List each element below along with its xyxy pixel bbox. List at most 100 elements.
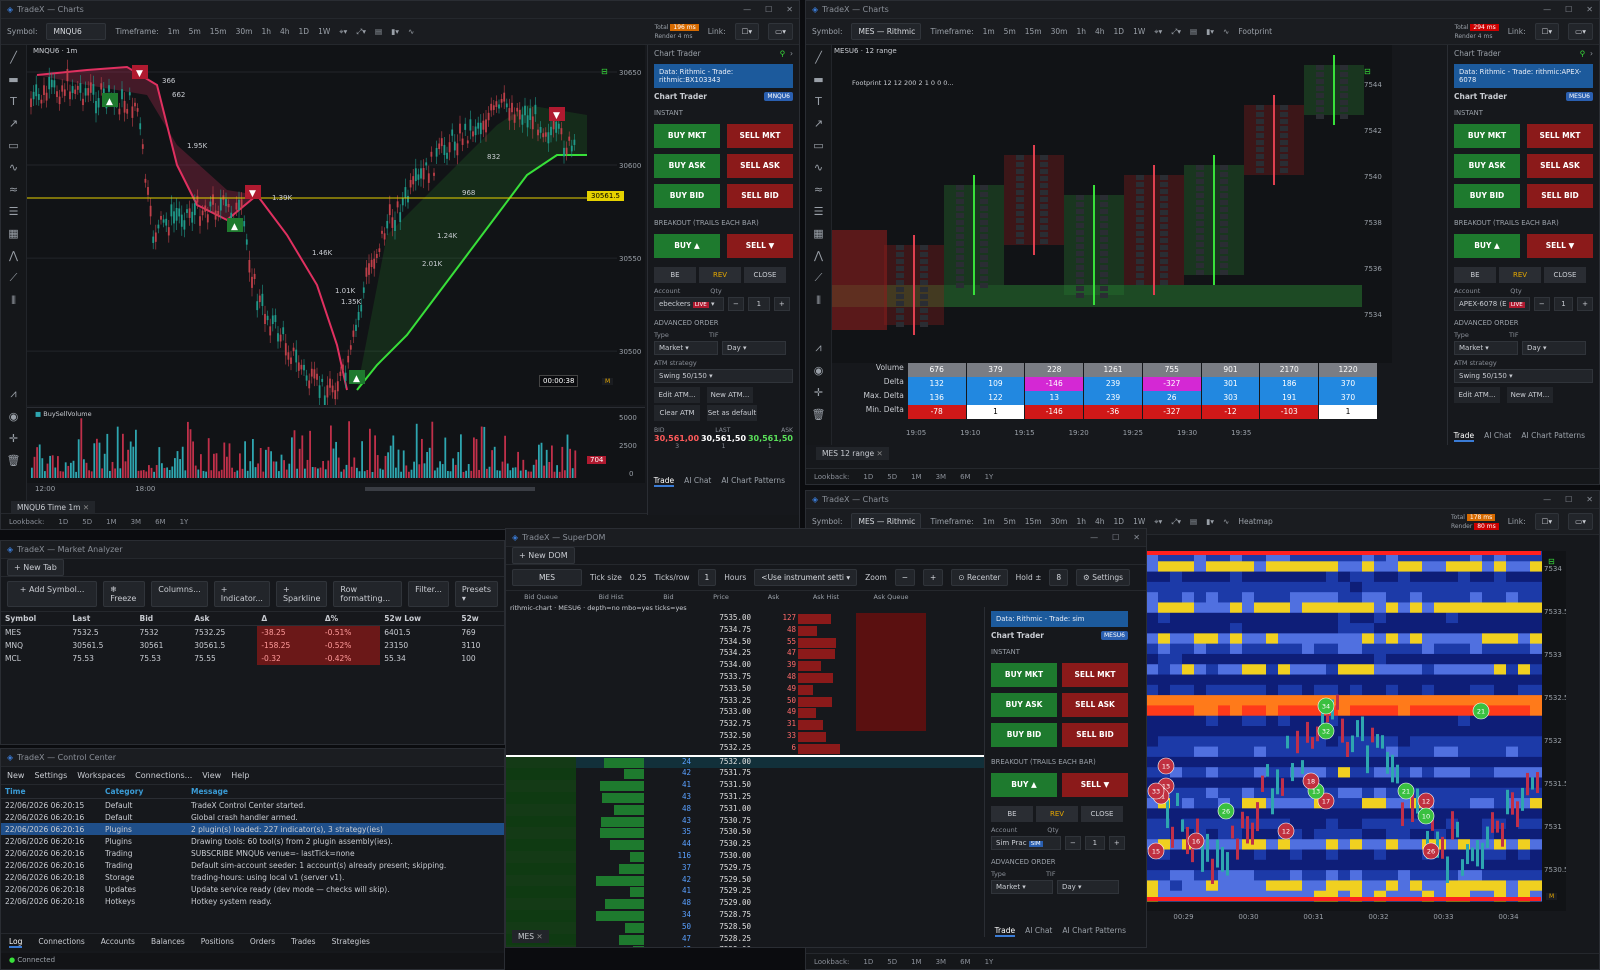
close-tab-icon[interactable]: ✕ [876,449,882,458]
ruler-icon[interactable]: ▬ [813,73,823,86]
edit-atm-button[interactable]: Edit ATM... [654,387,700,403]
dom-bid-row[interactable]: 47 7528.25 [506,933,986,946]
filter-button[interactable]: Filter... [408,581,449,607]
breakeven-button[interactable]: BE [654,267,696,283]
lb-5d[interactable]: 5D [887,958,897,966]
tif-select[interactable]: Day [1062,883,1076,891]
horizontal-scrollbar[interactable] [365,487,536,491]
log-row[interactable]: 22/06/2026 06:20:18 Updates Update service… [1,883,504,895]
chart-type-label[interactable]: Footprint [1238,27,1272,36]
hours-select[interactable]: <Use instrument setti ▾ [754,569,858,586]
tf-1w[interactable]: 1W [1133,517,1145,526]
breakeven-button[interactable]: BE [1454,267,1496,283]
crosshair-icon[interactable]: ⌖▾ [339,27,347,37]
breakout-sell-button[interactable]: SELL ▼ [1062,773,1128,797]
pin-icon[interactable]: ⚲ [780,49,786,58]
collapse-icon[interactable]: › [790,49,793,58]
breakeven-button[interactable]: BE [991,806,1033,822]
col-header[interactable]: Symbol [1,612,69,626]
tf-30m[interactable]: 30m [1051,27,1068,36]
dom-bid-row[interactable]: 42 7529.50 [506,874,986,887]
sell-bid-button[interactable]: SELL BID [1527,184,1593,208]
eye-icon[interactable]: ◉ [9,410,19,423]
pattern-icon[interactable]: ⋀ [814,249,823,262]
dom-settings-button[interactable]: ⚙ Settings [1076,569,1131,586]
account-select[interactable]: Sim Prac [996,839,1027,847]
edit-atm-button[interactable]: Edit ATM... [1454,387,1500,403]
dom-symbol-input[interactable]: MES [512,569,582,586]
buy-ask-button[interactable]: BUY ASK [991,693,1057,717]
candle-type-icon[interactable]: ▮▾ [1206,27,1214,36]
doc-icon[interactable]: ▤ [375,27,382,36]
tf-1d[interactable]: 1D [299,27,310,36]
col-header[interactable]: Δ [257,612,321,626]
pin-icon[interactable]: ⚲ [1580,49,1586,58]
col-header[interactable]: Ask [190,612,258,626]
clear-atm-button[interactable]: Clear ATM [654,405,700,421]
close-icon[interactable]: ✕ [1586,5,1593,14]
dom-bid-row[interactable]: 48 7529.00 [506,898,986,910]
tab-orders[interactable]: Orders [250,937,275,948]
close-position-button[interactable]: CLOSE [1081,806,1123,822]
price-chart[interactable]: MNQU6 · 1m 366 662 1.95K 1.39K 832 968 1… [27,45,645,449]
tif-select[interactable]: Day [1527,344,1541,352]
qty-input[interactable]: 1 [1553,297,1574,311]
dom-bid-row[interactable]: 43 7530.75 [506,815,986,828]
volume-pane[interactable]: ■ BuySellVolume 5000 2500 0 704 [27,407,645,483]
path-icon[interactable]: ≈ [814,183,823,196]
col-header[interactable]: Δ% [320,612,381,626]
breakout-sell-button[interactable]: SELL ▼ [1527,234,1593,258]
lb-1y[interactable]: 1Y [985,958,994,966]
tab-ai-chat[interactable]: AI Chat [1025,926,1052,937]
sparkline-button[interactable]: + Sparkline [275,581,328,607]
table-row[interactable]: MCL 75.53 75.53 75.55 -0.32 -0.42% 55.34 100 [1,652,504,665]
reverse-button[interactable]: REV [1499,267,1541,283]
lb-1d[interactable]: 1D [863,473,873,481]
crosshair-icon[interactable]: ⌖▾ [1154,517,1162,527]
candle-type-icon[interactable]: ▮▾ [391,27,399,36]
layout-button[interactable]: ▭▾ [1568,513,1593,530]
log-row[interactable]: 22/06/2026 06:20:16 Plugins Drawing tools:… [1,835,504,847]
chart-tab[interactable]: MES 12 range ✕ [816,447,889,460]
heatmap-chart[interactable]: 3432211513213326171316121821121026157534… [1146,551,1569,911]
dom-bid-row[interactable]: 42 7531.75 [506,768,986,781]
lb-1d[interactable]: 1D [863,958,873,966]
log-row[interactable]: 22/06/2026 06:20:16 Default Global crash h… [1,811,504,823]
dom-ask-row[interactable]: 7533.00 49 [506,707,986,720]
breakout-buy-button[interactable]: BUY ▲ [991,773,1057,797]
atm-select[interactable]: Swing 50/150 ▾ [1454,369,1593,383]
account-select[interactable]: ebeckers [659,300,691,308]
close-tab-icon[interactable]: ✕ [83,503,89,512]
tab-trade[interactable]: Trade [994,926,1016,937]
account-select[interactable]: APEX-6078 (E [1459,300,1507,308]
lb-6m[interactable]: 6M [960,473,971,481]
arrow-icon[interactable]: ↗ [9,117,18,130]
reverse-button[interactable]: REV [1036,806,1078,822]
lb-1m[interactable]: 1M [106,518,117,526]
qty-plus[interactable]: + [1108,836,1125,850]
dom-bid-row[interactable]: 50 7528.50 [506,921,986,934]
tab-ai-patterns[interactable]: AI Chart Patterns [1062,926,1126,937]
lb-1m[interactable]: 1M [911,473,922,481]
crosshair-icon[interactable]: ⌖▾ [1154,27,1162,37]
expand-icon[interactable]: ⤢▾ [1171,27,1181,37]
sync-icon[interactable]: ⊟ [1364,67,1371,76]
lb-1y[interactable]: 1Y [985,473,994,481]
title-bar[interactable]: ◈ TradeX — Charts — ☐ ✕ [806,491,1599,509]
dom-bid-row[interactable]: 44 7530.25 [506,839,986,851]
tf-1h[interactable]: 1h [261,27,271,36]
layout-button[interactable]: ▭▾ [1568,23,1593,40]
sell-ask-button[interactable]: SELL ASK [1062,693,1128,717]
rect-icon[interactable]: ▭ [813,139,823,152]
tab-balances[interactable]: Balances [151,937,185,948]
trend-icon[interactable]: ⟋ [815,271,823,285]
title-bar[interactable]: ◈ TradeX — Control Center [1,749,504,767]
minimize-icon[interactable]: — [1090,533,1098,542]
sync-icon[interactable]: ⊟ [1548,557,1555,566]
presets-button[interactable]: Presets ▾ [454,581,498,607]
sell-ask-button[interactable]: SELL ASK [727,154,793,178]
new-atm-button[interactable]: New ATM... [1507,387,1553,403]
tf-1w[interactable]: 1W [1133,27,1145,36]
bars-icon[interactable]: ⦀ [816,294,821,308]
path-icon[interactable]: ≈ [9,183,18,196]
